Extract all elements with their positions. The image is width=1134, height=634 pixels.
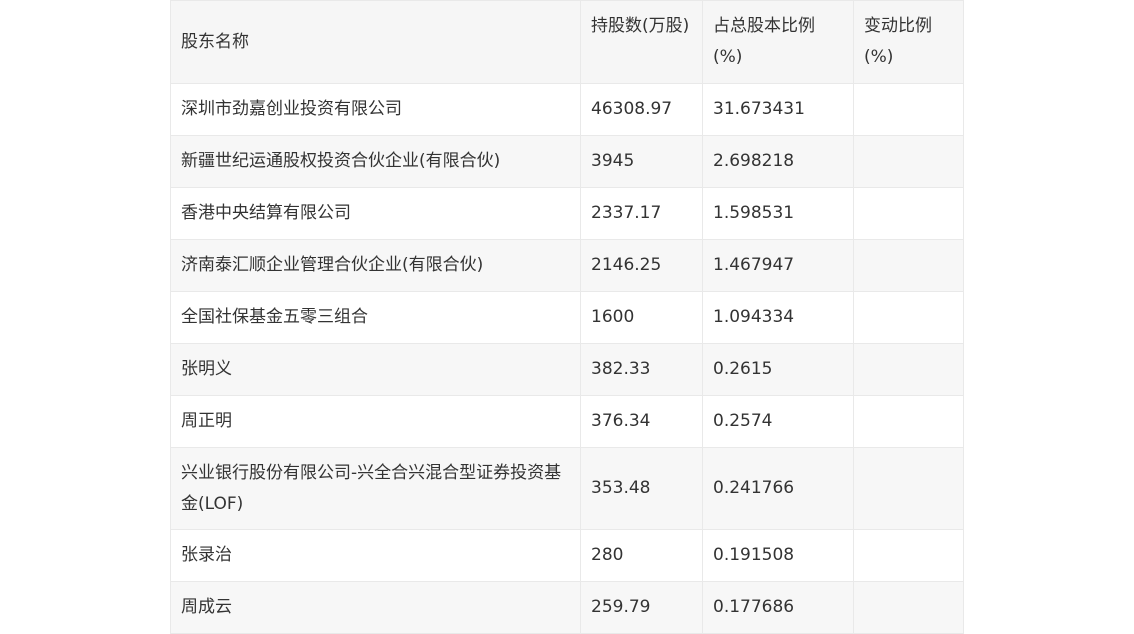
cell-ratio: 1.094334 xyxy=(702,291,854,344)
column-header-ratio: 占总股本比例(%) xyxy=(702,0,854,84)
table-header: 股东名称 持股数(万股) 占总股本比例(%) 变动比例(%) xyxy=(170,0,964,84)
cell-shares: 46308.97 xyxy=(580,83,703,136)
cell-shareholder-name: 张明义 xyxy=(170,343,581,396)
cell-change xyxy=(853,187,964,240)
cell-shareholder-name: 张录治 xyxy=(170,529,581,582)
cell-shares: 2337.17 xyxy=(580,187,703,240)
column-header-name: 股东名称 xyxy=(170,0,581,84)
cell-ratio: 31.673431 xyxy=(702,83,854,136)
cell-ratio: 0.177686 xyxy=(702,581,854,634)
table-row: 香港中央结算有限公司 2337.17 1.598531 xyxy=(170,187,964,240)
cell-shareholder-name: 兴业银行股份有限公司-兴全合兴混合型证券投资基金(LOF) xyxy=(170,447,581,530)
column-header-change: 变动比例(%) xyxy=(853,0,964,84)
table-row: 新疆世纪运通股权投资合伙企业(有限合伙) 3945 2.698218 xyxy=(170,135,964,188)
cell-ratio: 1.467947 xyxy=(702,239,854,292)
table-row: 兴业银行股份有限公司-兴全合兴混合型证券投资基金(LOF) 353.48 0.2… xyxy=(170,447,964,530)
table-row: 张录治 280 0.191508 xyxy=(170,529,964,582)
cell-shares: 382.33 xyxy=(580,343,703,396)
cell-change xyxy=(853,135,964,188)
cell-shareholder-name: 周成云 xyxy=(170,581,581,634)
table-row: 全国社保基金五零三组合 1600 1.094334 xyxy=(170,291,964,344)
cell-ratio: 1.598531 xyxy=(702,187,854,240)
cell-shares: 259.79 xyxy=(580,581,703,634)
cell-shareholder-name: 深圳市劲嘉创业投资有限公司 xyxy=(170,83,581,136)
table-row: 深圳市劲嘉创业投资有限公司 46308.97 31.673431 xyxy=(170,83,964,136)
shareholder-table-container: 股东名称 持股数(万股) 占总股本比例(%) 变动比例(%) 深圳市劲嘉创业投资… xyxy=(170,0,964,634)
cell-ratio: 2.698218 xyxy=(702,135,854,188)
cell-shares: 280 xyxy=(580,529,703,582)
cell-shares: 353.48 xyxy=(580,447,703,530)
cell-shareholder-name: 新疆世纪运通股权投资合伙企业(有限合伙) xyxy=(170,135,581,188)
table-row: 张明义 382.33 0.2615 xyxy=(170,343,964,396)
cell-shares: 3945 xyxy=(580,135,703,188)
cell-change xyxy=(853,291,964,344)
table-row: 济南泰汇顺企业管理合伙企业(有限合伙) 2146.25 1.467947 xyxy=(170,239,964,292)
cell-ratio: 0.2574 xyxy=(702,395,854,448)
cell-shareholder-name: 周正明 xyxy=(170,395,581,448)
cell-ratio: 0.191508 xyxy=(702,529,854,582)
cell-ratio: 0.2615 xyxy=(702,343,854,396)
cell-change xyxy=(853,239,964,292)
cell-shares: 1600 xyxy=(580,291,703,344)
shareholder-table: 股东名称 持股数(万股) 占总股本比例(%) 变动比例(%) 深圳市劲嘉创业投资… xyxy=(170,0,964,634)
cell-shareholder-name: 香港中央结算有限公司 xyxy=(170,187,581,240)
cell-change xyxy=(853,447,964,530)
cell-ratio: 0.241766 xyxy=(702,447,854,530)
cell-change xyxy=(853,343,964,396)
table-body: 深圳市劲嘉创业投资有限公司 46308.97 31.673431 新疆世纪运通股… xyxy=(170,83,964,634)
table-row: 周正明 376.34 0.2574 xyxy=(170,395,964,448)
column-header-shares: 持股数(万股) xyxy=(580,0,703,84)
cell-shareholder-name: 济南泰汇顺企业管理合伙企业(有限合伙) xyxy=(170,239,581,292)
cell-shareholder-name: 全国社保基金五零三组合 xyxy=(170,291,581,344)
cell-shares: 2146.25 xyxy=(580,239,703,292)
cell-shares: 376.34 xyxy=(580,395,703,448)
cell-change xyxy=(853,529,964,582)
cell-change xyxy=(853,395,964,448)
table-row: 周成云 259.79 0.177686 xyxy=(170,581,964,634)
cell-change xyxy=(853,83,964,136)
cell-change xyxy=(853,581,964,634)
header-row: 股东名称 持股数(万股) 占总股本比例(%) 变动比例(%) xyxy=(170,0,964,84)
